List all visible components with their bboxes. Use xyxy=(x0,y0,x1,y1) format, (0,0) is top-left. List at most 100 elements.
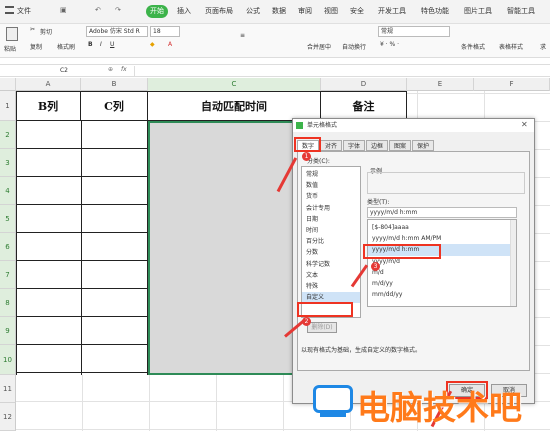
list-item[interactable]: 百分比 xyxy=(302,236,360,247)
sample-box xyxy=(367,172,525,194)
save-icon[interactable]: ▣ xyxy=(60,6,67,14)
header-cell-remark[interactable]: 备注 xyxy=(321,91,407,121)
row-header[interactable]: 2 xyxy=(0,121,16,149)
column-header-c[interactable]: C xyxy=(148,78,321,91)
watermark-logo-stand xyxy=(320,413,346,417)
type-input[interactable]: yyyy/m/d h:mm xyxy=(367,207,517,218)
list-item[interactable]: 会计专用 xyxy=(302,203,360,214)
list-item[interactable]: 时间 xyxy=(302,225,360,236)
list-item[interactable]: 常规 xyxy=(302,169,360,180)
row-header[interactable]: 10 xyxy=(0,345,16,375)
tab-data[interactable]: 数据 xyxy=(272,6,286,16)
tab-font[interactable]: 字体 xyxy=(343,140,365,151)
header-cell-time[interactable]: 自动匹配时间 xyxy=(148,91,321,121)
column-headers: A B C D E F xyxy=(0,78,550,91)
row-header[interactable]: 4 xyxy=(0,177,16,205)
list-item[interactable]: 货币 xyxy=(302,191,360,202)
watermark-text: 电脑技术吧 xyxy=(357,388,522,427)
fill-color-icon[interactable]: ◆ xyxy=(150,41,155,48)
tab-picture-tools[interactable]: 图片工具 xyxy=(464,6,492,16)
delete-button[interactable]: 删除(D) xyxy=(307,322,337,333)
tab-developer[interactable]: 开发工具 xyxy=(378,6,406,16)
font-size-select[interactable]: 18 xyxy=(150,26,180,37)
select-all-corner[interactable] xyxy=(0,78,16,91)
row-header[interactable]: 11 xyxy=(0,375,16,403)
tab-page-layout[interactable]: 页面布局 xyxy=(205,6,233,16)
paste-icon[interactable] xyxy=(6,27,18,41)
table-style-button[interactable]: 表格样式 xyxy=(499,42,523,51)
align-center-icon[interactable]: ≡ xyxy=(240,32,245,39)
column-header-e[interactable]: E xyxy=(407,78,474,91)
highlight-number-tab xyxy=(294,137,321,152)
fx-icon[interactable]: fx xyxy=(121,66,127,73)
tab-view[interactable]: 视图 xyxy=(324,6,338,16)
italic-icon[interactable]: I xyxy=(100,41,102,48)
row-header[interactable]: 5 xyxy=(0,205,16,233)
list-item[interactable]: 科学记数 xyxy=(302,259,360,270)
list-item[interactable]: 数值 xyxy=(302,180,360,191)
formula-input[interactable] xyxy=(134,66,548,76)
tab-start[interactable]: 开始 xyxy=(146,5,168,18)
dialog-title-text: 单元格格式 xyxy=(307,122,338,129)
file-menu[interactable]: 文件 xyxy=(17,6,31,16)
list-item[interactable]: mm/dd/yy xyxy=(368,289,516,300)
tab-alignment[interactable]: 对齐 xyxy=(320,140,342,151)
type-list[interactable]: [$-804]aaaa yyyy/m/d h:mm AM/PM yyyy/m/d… xyxy=(367,219,517,307)
highlight-custom-category xyxy=(297,302,353,317)
font-color-icon[interactable]: A xyxy=(168,41,172,48)
tab-insert[interactable]: 插入 xyxy=(177,6,191,16)
row-header[interactable]: 6 xyxy=(0,233,16,261)
copy-button[interactable]: 复制 xyxy=(30,42,42,51)
tab-protection[interactable]: 保护 xyxy=(412,140,434,151)
font-name-select[interactable]: Adobe 仿宋 Std R xyxy=(86,26,148,37)
tab-border[interactable]: 边框 xyxy=(366,140,388,151)
list-item[interactable]: yyyy/m/d h:mm AM/PM xyxy=(368,233,516,244)
tab-review[interactable]: 审阅 xyxy=(298,6,312,16)
type-list-scrollbar[interactable] xyxy=(510,220,516,306)
category-list[interactable]: 常规 数值 货币 会计专用 日期 时间 百分比 分数 科学记数 文本 特殊 自定… xyxy=(301,166,361,318)
header-cell-c[interactable]: C列 xyxy=(81,91,148,121)
header-cell-b[interactable]: B列 xyxy=(16,91,81,121)
conditional-format-button[interactable]: 条件格式 xyxy=(461,42,485,51)
redo-icon[interactable]: ↷ xyxy=(115,6,121,14)
row-header[interactable]: 3 xyxy=(0,149,16,177)
merge-center-button[interactable]: 合并居中 xyxy=(307,42,331,51)
close-icon[interactable]: ✕ xyxy=(521,120,528,129)
row-header[interactable]: 9 xyxy=(0,317,16,345)
number-format-select[interactable]: 常规 xyxy=(378,26,450,37)
row-header[interactable]: 7 xyxy=(0,261,16,289)
list-item[interactable]: 日期 xyxy=(302,214,360,225)
column-header-a[interactable]: A xyxy=(16,78,81,91)
menu-icon[interactable] xyxy=(5,6,14,14)
format-cells-dialog: 单元格格式 ✕ 数字 对齐 字体 边框 图案 保护 分类(C): 常规 数值 货… xyxy=(292,118,535,404)
bold-icon[interactable]: B xyxy=(88,41,93,48)
tab-formulas[interactable]: 公式 xyxy=(246,6,260,16)
list-item[interactable]: 分数 xyxy=(302,247,360,258)
tab-pattern[interactable]: 图案 xyxy=(389,140,411,151)
wrap-text-button[interactable]: 自动换行 xyxy=(342,42,366,51)
undo-icon[interactable]: ↶ xyxy=(95,6,101,14)
cut-button[interactable]: 剪切 xyxy=(40,27,52,36)
column-header-f[interactable]: F xyxy=(474,78,550,91)
row-header[interactable]: 1 xyxy=(0,91,16,121)
sum-button[interactable]: 求 xyxy=(540,42,546,51)
currency-icon[interactable]: ¥ · % · xyxy=(380,41,399,48)
list-item[interactable]: 文本 xyxy=(302,270,360,281)
list-item[interactable]: [$-804]aaaa xyxy=(368,222,516,233)
scissors-icon[interactable]: ✂ xyxy=(30,26,35,33)
list-item[interactable]: m/d/yy xyxy=(368,278,516,289)
format-painter-button[interactable]: 格式刷 xyxy=(57,42,75,51)
tab-security[interactable]: 安全 xyxy=(350,6,364,16)
tab-smart-tools[interactable]: 智能工具 xyxy=(507,6,535,16)
column-header-d[interactable]: D xyxy=(321,78,407,91)
row-header[interactable]: 8 xyxy=(0,289,16,317)
hint-text: 以现有格式为基础，生成自定义的数字格式。 xyxy=(301,347,422,354)
list-item[interactable]: m/d xyxy=(368,267,516,278)
column-header-b[interactable]: B xyxy=(81,78,148,91)
tab-special-features[interactable]: 特色功能 xyxy=(421,6,449,16)
zoom-icon[interactable]: ⊕ xyxy=(108,66,113,73)
row-header[interactable]: 12 xyxy=(0,403,16,431)
name-box[interactable]: C2 xyxy=(44,66,84,76)
underline-icon[interactable]: U xyxy=(110,41,114,48)
paste-button[interactable]: 粘贴 xyxy=(4,44,16,53)
